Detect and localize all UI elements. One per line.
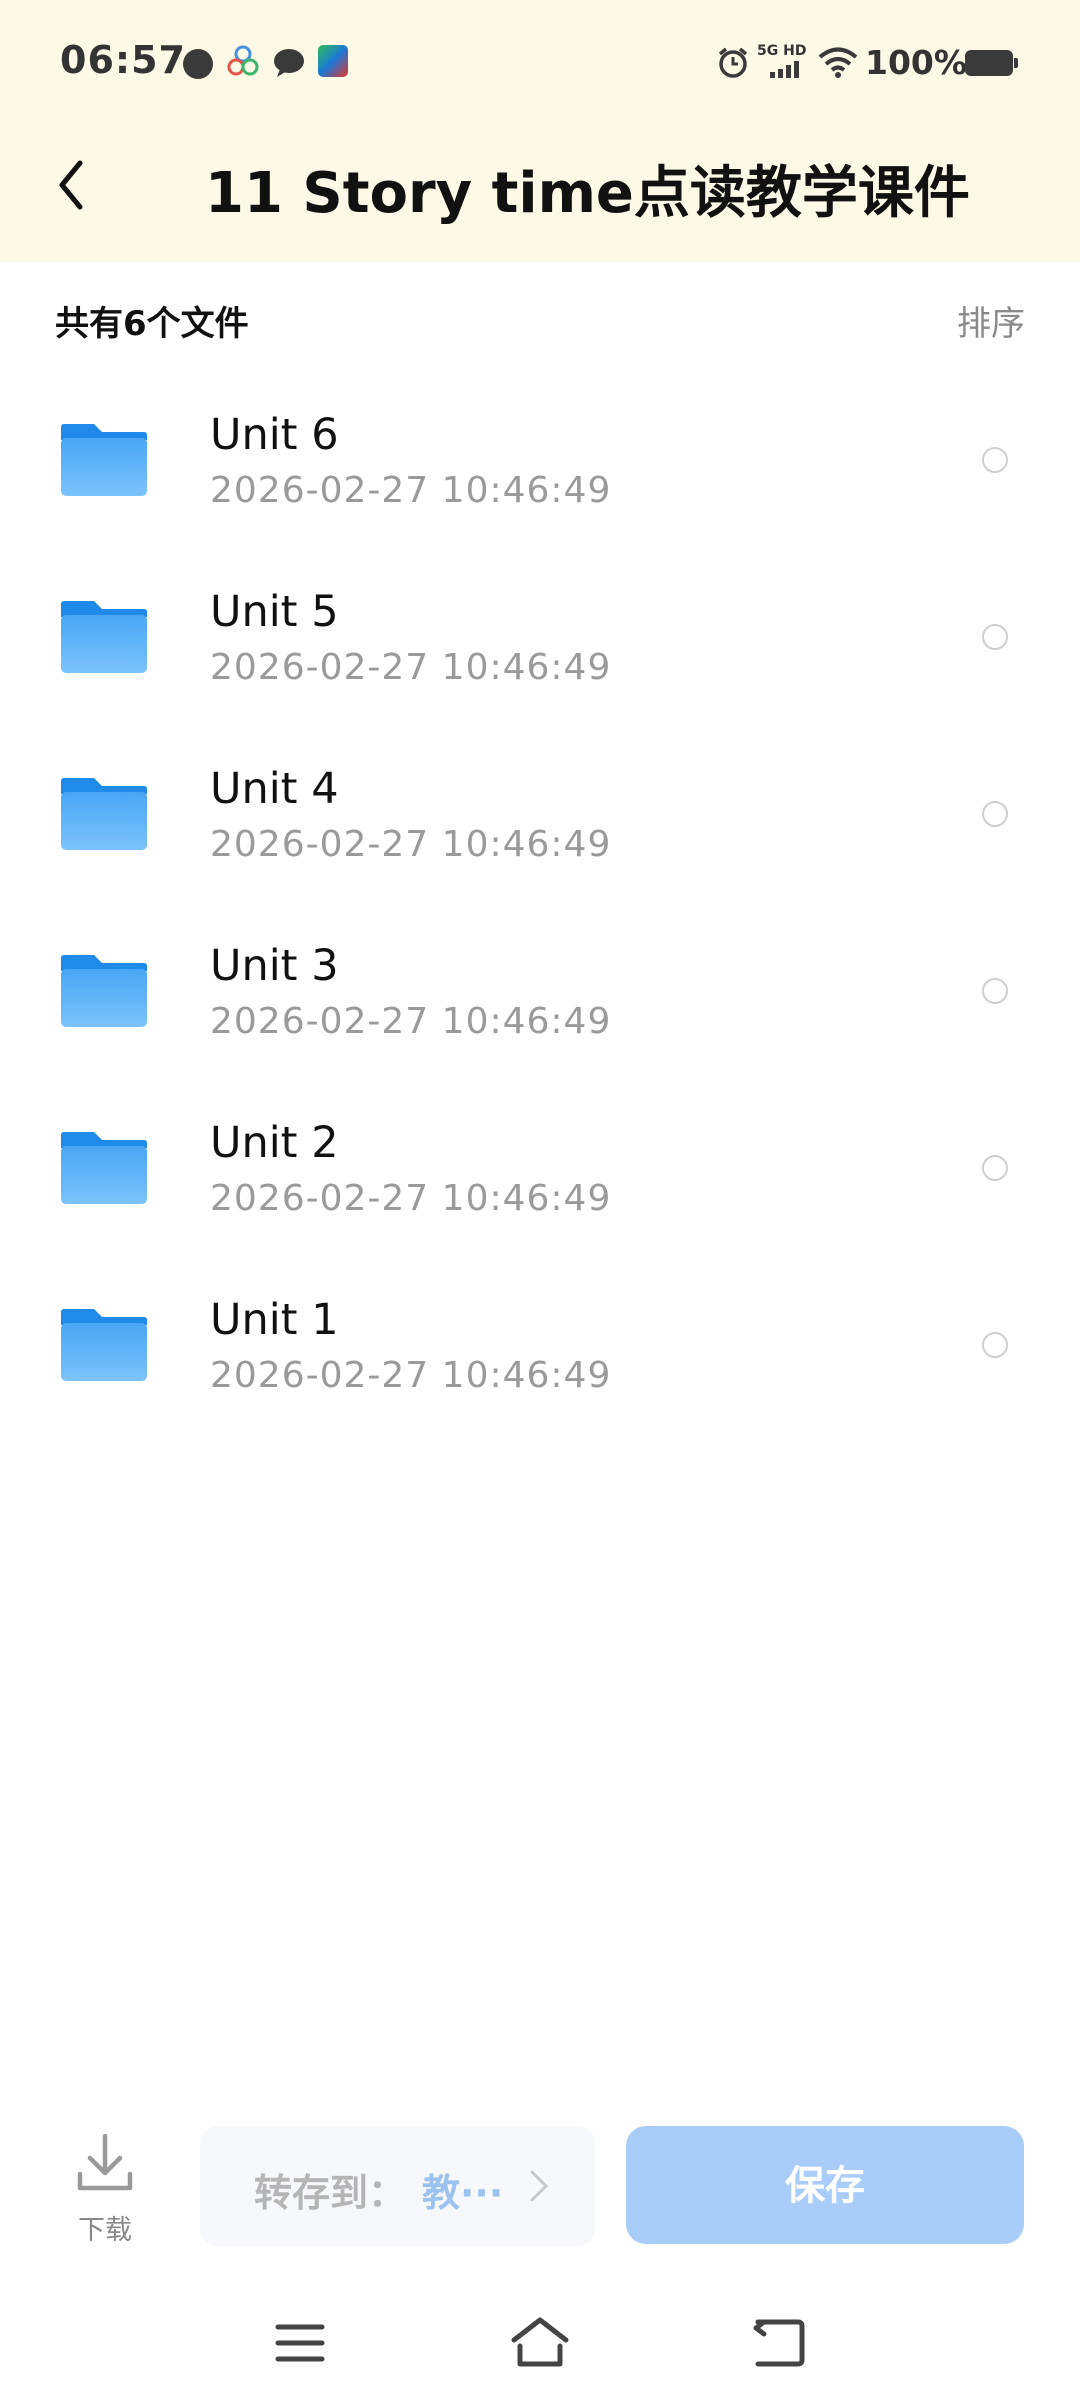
sort-button[interactable]: 排序 bbox=[957, 296, 1025, 345]
file-name: Unit 1 bbox=[210, 1295, 339, 1345]
list-item[interactable]: Unit 1 2026-02-27 10:46:49 bbox=[0, 1255, 1080, 1432]
home-icon[interactable] bbox=[510, 2316, 570, 2368]
list-item[interactable]: Unit 5 2026-02-27 10:46:49 bbox=[0, 547, 1080, 724]
status-time: 06:57 bbox=[60, 38, 186, 82]
alarm-icon bbox=[718, 47, 748, 78]
folder-icon bbox=[61, 955, 147, 1027]
file-name: Unit 2 bbox=[210, 1118, 339, 1168]
folder-icon bbox=[61, 601, 147, 673]
select-radio[interactable] bbox=[982, 624, 1008, 650]
page-title: 11 Story time点读教学课件 bbox=[205, 161, 970, 226]
network-label: 5G HD bbox=[757, 43, 807, 59]
chat-icon bbox=[274, 49, 304, 77]
file-name: Unit 3 bbox=[210, 941, 339, 991]
download-icon[interactable] bbox=[70, 2130, 140, 2200]
file-count: 共有6个文件 bbox=[55, 304, 249, 344]
wifi-icon bbox=[818, 47, 858, 78]
folder-icon bbox=[61, 424, 147, 496]
select-radio[interactable] bbox=[982, 447, 1008, 473]
file-date: 2026-02-27 10:46:49 bbox=[210, 647, 612, 688]
list-item[interactable]: Unit 2 2026-02-27 10:46:49 bbox=[0, 1078, 1080, 1255]
folder-icon bbox=[61, 1132, 147, 1204]
file-date: 2026-02-27 10:46:49 bbox=[210, 1178, 612, 1219]
select-radio[interactable] bbox=[982, 1332, 1008, 1358]
app-icon bbox=[227, 45, 259, 76]
save-to-selector[interactable]: 转存到： 教··· bbox=[200, 2126, 595, 2246]
save-to-target: 教··· bbox=[422, 2171, 504, 2215]
download-label[interactable]: 下载 bbox=[70, 2208, 140, 2247]
select-radio[interactable] bbox=[982, 801, 1008, 827]
list-item[interactable]: Unit 4 2026-02-27 10:46:49 bbox=[0, 724, 1080, 901]
select-radio[interactable] bbox=[982, 1155, 1008, 1181]
dot-icon bbox=[183, 49, 213, 79]
menu-icon[interactable] bbox=[275, 2323, 325, 2363]
file-name: Unit 4 bbox=[210, 764, 339, 814]
back-arrow-icon[interactable] bbox=[50, 157, 94, 213]
game-icon bbox=[318, 45, 348, 77]
select-radio[interactable] bbox=[982, 978, 1008, 1004]
back-nav-icon[interactable] bbox=[752, 2318, 806, 2368]
folder-icon bbox=[61, 1309, 147, 1381]
header: 06:57 5G HD 100% 11 Story time点读教学课件 bbox=[0, 0, 1080, 262]
folder-icon bbox=[61, 778, 147, 850]
file-date: 2026-02-27 10:46:49 bbox=[210, 1001, 612, 1042]
file-list: Unit 6 2026-02-27 10:46:49 Unit 5 2026-0… bbox=[0, 370, 1080, 1432]
file-name: Unit 5 bbox=[210, 587, 339, 637]
save-to-label: 转存到： bbox=[254, 2171, 407, 2215]
chevron-right-icon bbox=[530, 2170, 549, 2202]
signal-icon bbox=[770, 61, 799, 78]
battery-percent: 100% bbox=[865, 43, 967, 82]
battery-icon bbox=[965, 50, 1018, 76]
file-date: 2026-02-27 10:46:49 bbox=[210, 470, 612, 511]
file-date: 2026-02-27 10:46:49 bbox=[210, 1355, 612, 1396]
list-item[interactable]: Unit 3 2026-02-27 10:46:49 bbox=[0, 901, 1080, 1078]
list-item[interactable]: Unit 6 2026-02-27 10:46:49 bbox=[0, 370, 1080, 547]
file-name: Unit 6 bbox=[210, 410, 339, 460]
save-button[interactable]: 保存 bbox=[626, 2126, 1024, 2244]
file-date: 2026-02-27 10:46:49 bbox=[210, 824, 612, 865]
